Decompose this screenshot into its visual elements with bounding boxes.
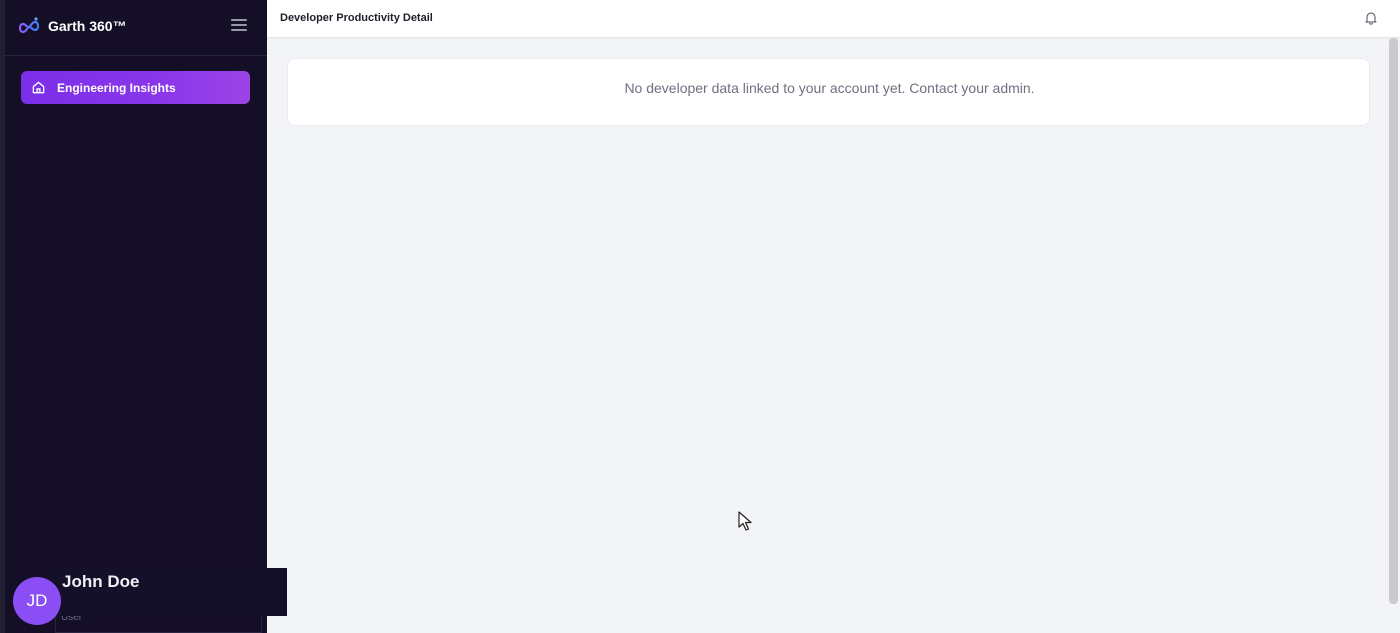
user-name-tooltip: John Doe (57, 568, 287, 616)
page-title: Developer Productivity Detail (280, 12, 433, 24)
top-bar: Developer Productivity Detail (267, 0, 1400, 38)
app-root: Garth 360™ Engineering Insights User Joh… (0, 0, 1400, 633)
sidebar-item-engineering-insights[interactable]: Engineering Insights (21, 71, 250, 104)
infinity-logo-icon (18, 17, 40, 34)
empty-state-card: No developer data linked to your account… (287, 58, 1370, 126)
vertical-scrollbar[interactable] (1389, 38, 1398, 604)
bell-icon[interactable] (1363, 10, 1379, 26)
user-name: John Doe (62, 572, 140, 591)
mouse-cursor-icon (738, 511, 752, 531)
sidebar-header: Garth 360™ (5, 0, 267, 56)
avatar[interactable]: JD (13, 577, 61, 625)
sidebar-item-label: Engineering Insights (57, 81, 176, 95)
empty-state-message: No developer data linked to your account… (624, 80, 1035, 96)
home-icon (32, 81, 45, 94)
hamburger-icon[interactable] (231, 19, 247, 33)
sidebar: Garth 360™ Engineering Insights User (0, 0, 267, 633)
brand-name: Garth 360™ (48, 18, 127, 34)
